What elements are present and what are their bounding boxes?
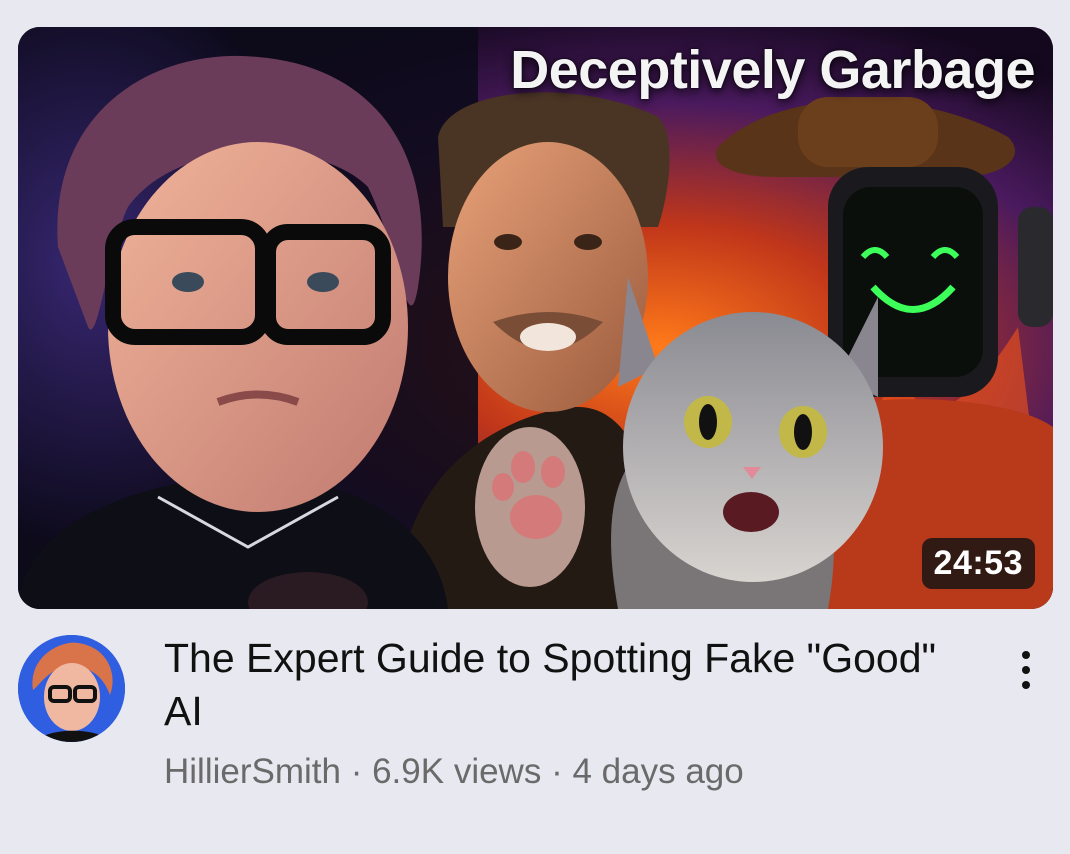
video-meta: The Expert Guide to Spotting Fake "Good"… xyxy=(18,630,1053,810)
separator: · xyxy=(551,752,573,791)
channel-avatar[interactable] xyxy=(18,635,125,742)
video-subline: HillierSmith · 6.9K views · 4 days ago xyxy=(164,752,744,792)
thumbnail-artwork xyxy=(18,27,1053,609)
video-card[interactable]: Deceptively Garbage 24:53 The Expert Gui… xyxy=(0,0,1070,854)
upload-age: 4 days ago xyxy=(572,752,744,791)
video-thumbnail[interactable]: Deceptively Garbage 24:53 xyxy=(18,27,1053,609)
more-vertical-icon[interactable] xyxy=(1011,640,1041,700)
view-count: 6.9K views xyxy=(372,752,542,791)
duration-badge: 24:53 xyxy=(921,538,1035,589)
video-title[interactable]: The Expert Guide to Spotting Fake "Good"… xyxy=(164,632,954,738)
avatar-icon xyxy=(18,635,125,742)
separator: · xyxy=(350,752,373,791)
thumbnail-headline: Deceptively Garbage xyxy=(510,40,1035,100)
channel-name[interactable]: HillierSmith xyxy=(164,752,341,791)
